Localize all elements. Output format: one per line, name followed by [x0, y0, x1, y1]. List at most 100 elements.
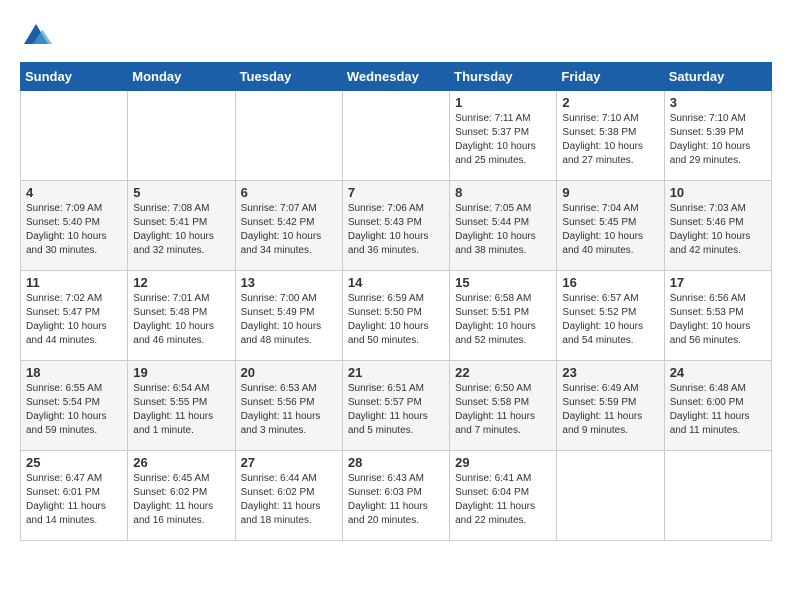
day-number: 15	[455, 275, 551, 290]
day-info: Sunrise: 7:03 AM Sunset: 5:46 PM Dayligh…	[670, 202, 766, 258]
day-info: Sunrise: 6:41 AM Sunset: 6:04 PM Dayligh…	[455, 472, 551, 528]
calendar-cell	[128, 91, 235, 181]
calendar-cell: 2Sunrise: 7:10 AM Sunset: 5:38 PM Daylig…	[557, 91, 664, 181]
day-header-thursday: Thursday	[450, 63, 557, 91]
day-info: Sunrise: 7:10 AM Sunset: 5:39 PM Dayligh…	[670, 112, 766, 168]
logo-icon	[20, 20, 52, 52]
day-info: Sunrise: 7:05 AM Sunset: 5:44 PM Dayligh…	[455, 202, 551, 258]
day-header-sunday: Sunday	[21, 63, 128, 91]
calendar-cell: 6 Sunrise: 7:07 AM Sunset: 5:42 PM Daylig…	[235, 181, 342, 271]
day-info: Sunrise: 6:51 AM Sunset: 5:57 PM Dayligh…	[348, 382, 444, 438]
calendar-body: 1 Sunrise: 7:11 AM Sunset: 5:37 PM Daylig…	[21, 91, 772, 541]
day-info: Sunrise: 7:01 AM Sunset: 5:48 PM Dayligh…	[133, 292, 229, 348]
day-number: 4	[26, 185, 122, 200]
day-info: Sunrise: 6:58 AM Sunset: 5:51 PM Dayligh…	[455, 292, 551, 348]
day-info: Sunrise: 7:02 AM Sunset: 5:47 PM Dayligh…	[26, 292, 122, 348]
day-number: 25	[26, 455, 122, 470]
day-info: Sunrise: 6:54 AM Sunset: 5:55 PM Dayligh…	[133, 382, 229, 438]
day-number: 22	[455, 365, 551, 380]
calendar-cell	[557, 451, 664, 541]
calendar-week-row: 4 Sunrise: 7:09 AM Sunset: 5:40 PM Daylig…	[21, 181, 772, 271]
calendar-cell: 11 Sunrise: 7:02 AM Sunset: 5:47 PM Dayli…	[21, 271, 128, 361]
day-info: Sunrise: 6:44 AM Sunset: 6:02 PM Dayligh…	[241, 472, 337, 528]
day-info: Sunrise: 6:57 AM Sunset: 5:52 PM Dayligh…	[562, 292, 658, 348]
day-number: 23	[562, 365, 658, 380]
calendar-week-row: 1 Sunrise: 7:11 AM Sunset: 5:37 PM Daylig…	[21, 91, 772, 181]
calendar-cell: 19 Sunrise: 6:54 AM Sunset: 5:55 PM Dayli…	[128, 361, 235, 451]
calendar-cell: 16Sunrise: 6:57 AM Sunset: 5:52 PM Dayli…	[557, 271, 664, 361]
day-info: Sunrise: 7:09 AM Sunset: 5:40 PM Dayligh…	[26, 202, 122, 258]
calendar-cell: 15 Sunrise: 6:58 AM Sunset: 5:51 PM Dayli…	[450, 271, 557, 361]
day-info: Sunrise: 7:07 AM Sunset: 5:42 PM Dayligh…	[241, 202, 337, 258]
calendar-cell: 13 Sunrise: 7:00 AM Sunset: 5:49 PM Dayli…	[235, 271, 342, 361]
calendar-cell: 17 Sunrise: 6:56 AM Sunset: 5:53 PM Dayli…	[664, 271, 771, 361]
day-info: Sunrise: 6:53 AM Sunset: 5:56 PM Dayligh…	[241, 382, 337, 438]
calendar-cell: 18 Sunrise: 6:55 AM Sunset: 5:54 PM Dayli…	[21, 361, 128, 451]
calendar-cell: 8 Sunrise: 7:05 AM Sunset: 5:44 PM Daylig…	[450, 181, 557, 271]
day-number: 13	[241, 275, 337, 290]
calendar-cell	[664, 451, 771, 541]
day-info: Sunrise: 6:49 AM Sunset: 5:59 PM Dayligh…	[562, 382, 658, 438]
day-info: Sunrise: 7:06 AM Sunset: 5:43 PM Dayligh…	[348, 202, 444, 258]
day-number: 21	[348, 365, 444, 380]
day-number: 6	[241, 185, 337, 200]
calendar-cell	[235, 91, 342, 181]
day-header-tuesday: Tuesday	[235, 63, 342, 91]
day-header-wednesday: Wednesday	[342, 63, 449, 91]
calendar-cell	[342, 91, 449, 181]
calendar-cell: 25 Sunrise: 6:47 AM Sunset: 6:01 PM Dayli…	[21, 451, 128, 541]
day-info: Sunrise: 6:48 AM Sunset: 6:00 PM Dayligh…	[670, 382, 766, 438]
page-header	[20, 20, 772, 52]
day-header-monday: Monday	[128, 63, 235, 91]
day-info: Sunrise: 6:50 AM Sunset: 5:58 PM Dayligh…	[455, 382, 551, 438]
calendar-cell: 12 Sunrise: 7:01 AM Sunset: 5:48 PM Dayli…	[128, 271, 235, 361]
calendar-cell: 9 Sunrise: 7:04 AM Sunset: 5:45 PM Daylig…	[557, 181, 664, 271]
day-info: Sunrise: 7:04 AM Sunset: 5:45 PM Dayligh…	[562, 202, 658, 258]
day-info: Sunrise: 7:11 AM Sunset: 5:37 PM Dayligh…	[455, 112, 551, 168]
day-info: Sunrise: 6:55 AM Sunset: 5:54 PM Dayligh…	[26, 382, 122, 438]
calendar-cell: 23 Sunrise: 6:49 AM Sunset: 5:59 PM Dayli…	[557, 361, 664, 451]
day-info: Sunrise: 6:43 AM Sunset: 6:03 PM Dayligh…	[348, 472, 444, 528]
calendar-cell: 27 Sunrise: 6:44 AM Sunset: 6:02 PM Dayli…	[235, 451, 342, 541]
day-number: 3	[670, 95, 766, 110]
day-number: 7	[348, 185, 444, 200]
calendar-cell: 21 Sunrise: 6:51 AM Sunset: 5:57 PM Dayli…	[342, 361, 449, 451]
calendar-cell: 10 Sunrise: 7:03 AM Sunset: 5:46 PM Dayli…	[664, 181, 771, 271]
calendar-week-row: 25 Sunrise: 6:47 AM Sunset: 6:01 PM Dayli…	[21, 451, 772, 541]
calendar-week-row: 18 Sunrise: 6:55 AM Sunset: 5:54 PM Dayli…	[21, 361, 772, 451]
day-number: 17	[670, 275, 766, 290]
calendar-cell: 24Sunrise: 6:48 AM Sunset: 6:00 PM Dayli…	[664, 361, 771, 451]
day-number: 28	[348, 455, 444, 470]
day-number: 27	[241, 455, 337, 470]
day-number: 9	[562, 185, 658, 200]
day-number: 1	[455, 95, 551, 110]
day-info: Sunrise: 6:47 AM Sunset: 6:01 PM Dayligh…	[26, 472, 122, 528]
day-number: 11	[26, 275, 122, 290]
day-number: 5	[133, 185, 229, 200]
day-info: Sunrise: 6:59 AM Sunset: 5:50 PM Dayligh…	[348, 292, 444, 348]
logo	[20, 20, 58, 52]
calendar-week-row: 11 Sunrise: 7:02 AM Sunset: 5:47 PM Dayli…	[21, 271, 772, 361]
calendar-table: SundayMondayTuesdayWednesdayThursdayFrid…	[20, 62, 772, 541]
calendar-cell: 4 Sunrise: 7:09 AM Sunset: 5:40 PM Daylig…	[21, 181, 128, 271]
calendar-cell: 3 Sunrise: 7:10 AM Sunset: 5:39 PM Daylig…	[664, 91, 771, 181]
day-number: 2	[562, 95, 658, 110]
calendar-cell: 29Sunrise: 6:41 AM Sunset: 6:04 PM Dayli…	[450, 451, 557, 541]
day-number: 8	[455, 185, 551, 200]
calendar-cell	[21, 91, 128, 181]
day-number: 20	[241, 365, 337, 380]
day-info: Sunrise: 7:00 AM Sunset: 5:49 PM Dayligh…	[241, 292, 337, 348]
day-number: 12	[133, 275, 229, 290]
day-header-friday: Friday	[557, 63, 664, 91]
day-info: Sunrise: 6:56 AM Sunset: 5:53 PM Dayligh…	[670, 292, 766, 348]
day-info: Sunrise: 6:45 AM Sunset: 6:02 PM Dayligh…	[133, 472, 229, 528]
day-number: 14	[348, 275, 444, 290]
calendar-cell: 5 Sunrise: 7:08 AM Sunset: 5:41 PM Daylig…	[128, 181, 235, 271]
day-number: 19	[133, 365, 229, 380]
calendar-cell: 22 Sunrise: 6:50 AM Sunset: 5:58 PM Dayli…	[450, 361, 557, 451]
day-info: Sunrise: 7:08 AM Sunset: 5:41 PM Dayligh…	[133, 202, 229, 258]
calendar-cell: 26Sunrise: 6:45 AM Sunset: 6:02 PM Dayli…	[128, 451, 235, 541]
calendar-cell: 28 Sunrise: 6:43 AM Sunset: 6:03 PM Dayli…	[342, 451, 449, 541]
day-number: 10	[670, 185, 766, 200]
day-number: 18	[26, 365, 122, 380]
